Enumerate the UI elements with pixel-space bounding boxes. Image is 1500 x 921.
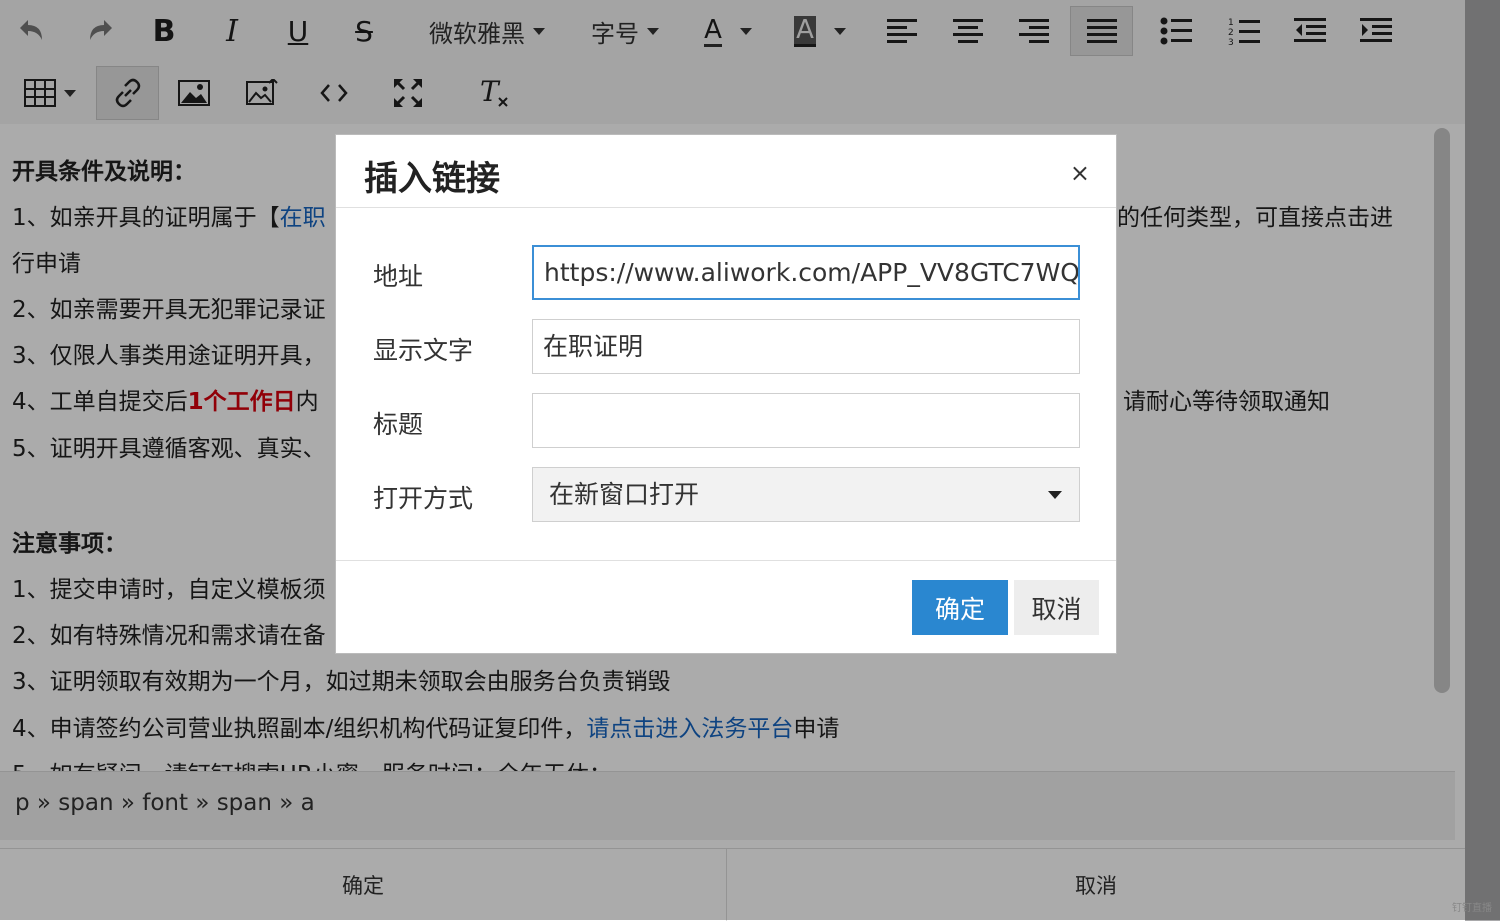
title-input[interactable] [532,393,1080,448]
dialog-title: 插入链接 [364,159,500,199]
dialog-footer-divider [336,560,1116,561]
title-label: 标题 [373,410,424,439]
open-mode-label: 打开方式 [373,484,474,513]
address-label: 地址 [373,262,424,291]
insert-link-dialog: 插入链接 × 地址 https://www.aliwork.com/APP_VV… [335,134,1117,654]
open-mode-value: 在新窗口打开 [549,480,700,509]
display-text-input[interactable]: 在职证明 [532,319,1080,374]
watermark: 钉钉直播 [1452,903,1492,914]
display-text-label: 显示文字 [373,336,474,365]
open-mode-select[interactable]: 在新窗口打开 [532,467,1080,522]
confirm-button[interactable]: 确定 [912,580,1008,635]
dialog-header: 插入链接 × [336,135,1116,208]
address-input[interactable]: https://www.aliwork.com/APP_VV8GTC7WQV [532,245,1080,300]
cancel-button[interactable]: 取消 [1014,580,1099,635]
chevron-down-icon [1048,491,1062,499]
close-icon[interactable]: × [1070,159,1090,187]
